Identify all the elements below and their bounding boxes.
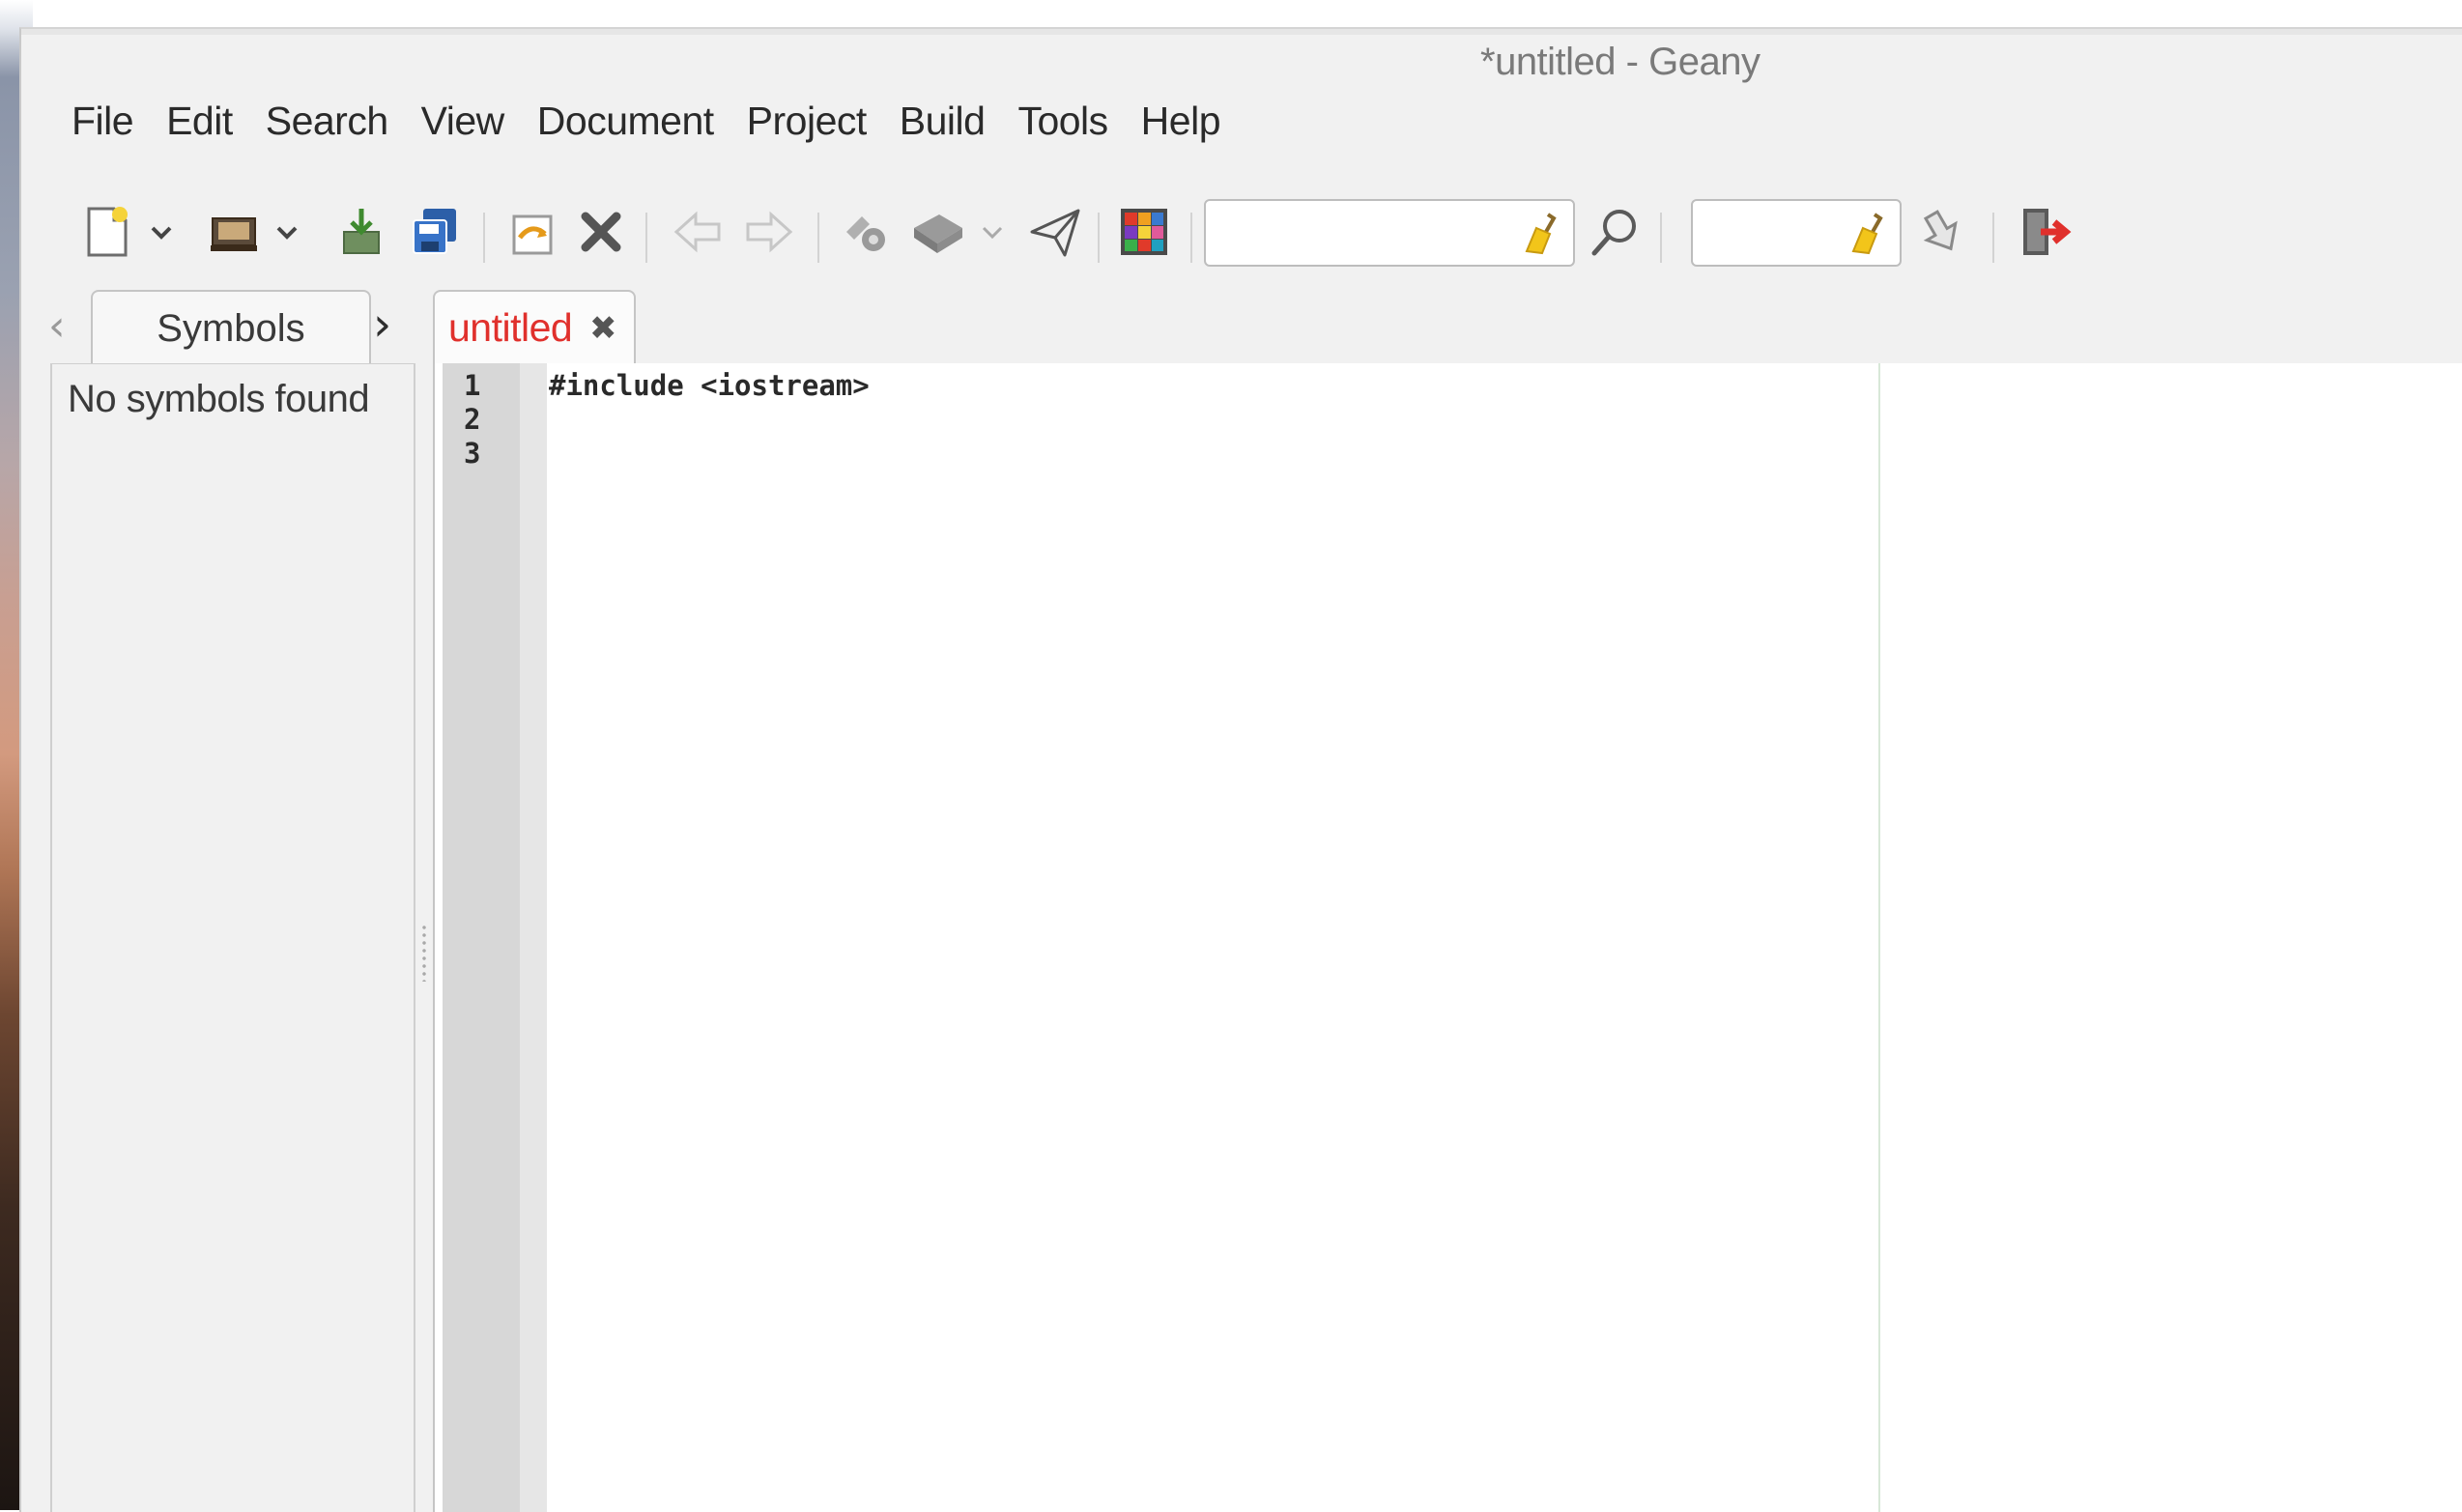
long-line-marker: [1878, 363, 1880, 1512]
open-file-icon[interactable]: [205, 203, 263, 261]
run-icon[interactable]: [1026, 203, 1084, 261]
close-tab-icon[interactable]: ✖: [589, 309, 617, 348]
new-file-icon[interactable]: [79, 203, 137, 261]
build-dropdown-chevron-down-icon[interactable]: [978, 213, 1007, 251]
clear-goto-broom-icon[interactable]: [1849, 213, 1888, 255]
compile-icon[interactable]: [837, 203, 895, 261]
save-icon[interactable]: [332, 203, 390, 261]
toolbar: [50, 191, 2462, 278]
tab-symbols[interactable]: Symbols: [91, 290, 371, 365]
tabs-scroll-left-chevron-icon[interactable]: ‹: [48, 301, 66, 351]
fold-margin[interactable]: [520, 363, 547, 1512]
tabs-scroll-right-chevron-icon[interactable]: ›: [373, 298, 391, 352]
menu-build[interactable]: Build: [883, 99, 1002, 144]
sidebar-splitter[interactable]: [418, 363, 432, 1512]
symbols-empty-message: No symbols found: [68, 378, 370, 420]
menu-view[interactable]: View: [405, 99, 521, 144]
window-top-edge: [21, 29, 2462, 35]
symbols-panel: No symbols found: [50, 363, 415, 1512]
menu-tools[interactable]: Tools: [1001, 99, 1124, 144]
search-icon[interactable]: [1587, 203, 1645, 261]
open-file-dropdown-chevron-down-icon[interactable]: [272, 213, 301, 251]
toolbar-separator: [817, 213, 819, 263]
toolbar-separator: [1992, 213, 1994, 263]
search-field: [1204, 199, 1575, 267]
tab-untitled-label: untitled: [448, 305, 573, 350]
toolbar-separator: [645, 213, 647, 263]
toolbar-separator: [483, 213, 485, 263]
color-chooser-icon[interactable]: [1115, 203, 1173, 261]
code-line[interactable]: #include <iostream>: [549, 369, 870, 403]
window-title: *untitled - Geany: [1480, 41, 1761, 83]
toolbar-separator: [1098, 213, 1100, 263]
sidebar-notebook-tabs: ‹ Symbols ›: [35, 290, 412, 365]
menu-file[interactable]: File: [50, 99, 150, 144]
navigate-forward-icon[interactable]: [740, 203, 798, 261]
save-all-icon[interactable]: [406, 203, 464, 261]
navigate-back-icon[interactable]: [669, 203, 727, 261]
menu-search[interactable]: Search: [249, 99, 405, 144]
search-input[interactable]: [1206, 201, 1505, 265]
splitter-grip-icon: [421, 924, 427, 982]
jump-to-line-icon[interactable]: [1915, 203, 1973, 261]
geany-window: *untitled - Geany File Edit Search View …: [19, 27, 2462, 1512]
line-number: 1: [464, 369, 481, 402]
close-icon[interactable]: [572, 203, 630, 261]
line-number: 2: [464, 403, 481, 436]
menu-project[interactable]: Project: [730, 99, 883, 144]
menubar: File Edit Search View Document Project B…: [50, 99, 1237, 144]
menu-document[interactable]: Document: [521, 99, 730, 144]
quit-icon[interactable]: [2016, 203, 2074, 261]
menu-edit[interactable]: Edit: [150, 99, 249, 144]
clear-search-broom-icon[interactable]: [1523, 213, 1561, 255]
line-number-gutter: 1 2 3: [443, 363, 520, 1512]
build-icon[interactable]: [908, 203, 966, 261]
code-editor[interactable]: 1 2 3 #include <iostream>: [433, 363, 2462, 1512]
new-file-dropdown-chevron-down-icon[interactable]: [147, 213, 176, 251]
toolbar-separator: [1660, 213, 1662, 263]
goto-line-input[interactable]: [1693, 201, 1832, 265]
toolbar-separator: [1190, 213, 1192, 263]
tab-untitled[interactable]: untitled ✖: [433, 290, 636, 367]
line-number: 3: [464, 437, 481, 470]
revert-icon[interactable]: [502, 203, 560, 261]
goto-line-field: [1691, 199, 1902, 267]
menu-help[interactable]: Help: [1125, 99, 1237, 144]
